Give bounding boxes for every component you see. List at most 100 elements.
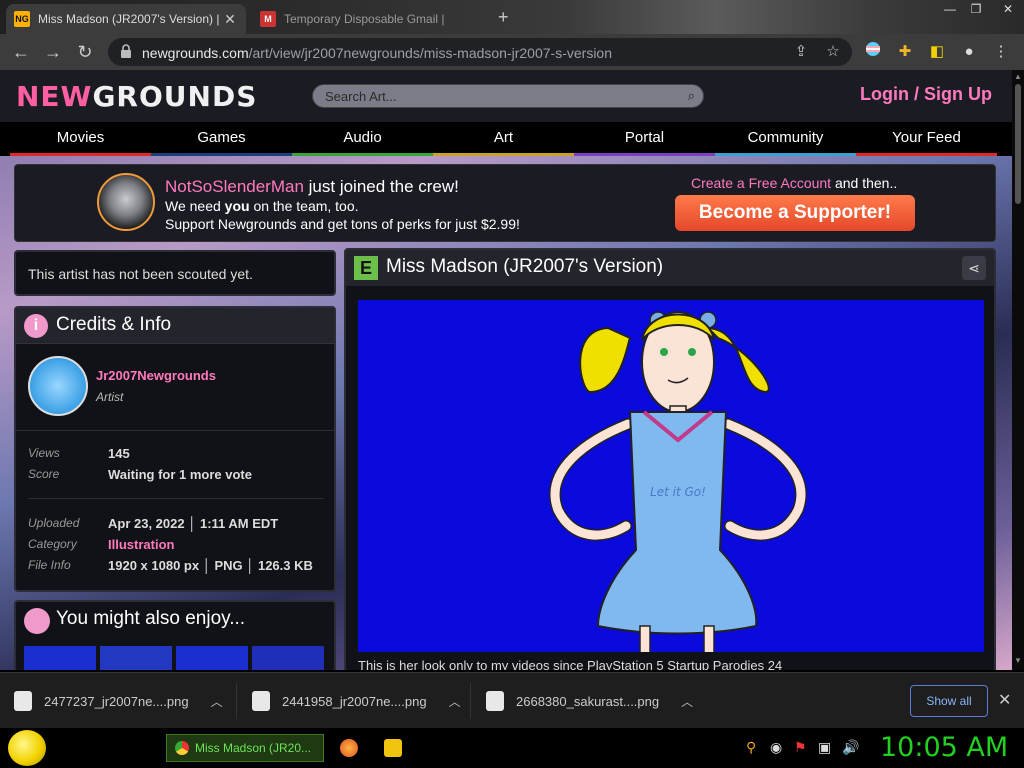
address-toolbar: ← → ↻ newgrounds.com/art/view/jr2007newg… <box>0 34 1024 70</box>
scout-status-box: This artist has not been scouted yet. <box>14 250 336 296</box>
start-button[interactable] <box>8 730 46 766</box>
network-tray-icon[interactable]: ▣ <box>818 739 831 756</box>
nav-portal[interactable]: Portal <box>574 122 715 156</box>
artwork-image[interactable]: Let it Go! <box>358 300 984 652</box>
search-input[interactable]: Search Art... ⌕ <box>312 84 704 108</box>
file-icon <box>252 691 270 711</box>
download-item[interactable]: 2668380_sakurast....png ︿ <box>486 683 693 719</box>
maximize-window-icon[interactable]: ❐ <box>962 0 990 20</box>
download-item[interactable]: 2477237_jr2007ne....png ︿ <box>14 683 223 719</box>
downloads-bar: 2477237_jr2007ne....png ︿ 2441958_jr2007… <box>0 672 1024 728</box>
trans-flag-icon <box>866 42 880 56</box>
nav-movies[interactable]: Movies <box>10 122 151 156</box>
taskbar-window-title: Miss Madson (JR20... <box>195 741 312 755</box>
file-dimensions: 1920 x 1080 px <box>108 558 200 573</box>
show-all-downloads-button[interactable]: Show all <box>910 685 988 717</box>
firefox-icon[interactable] <box>340 739 358 757</box>
newgrounds-favicon-icon: NG <box>14 11 30 27</box>
nav-games[interactable]: Games <box>151 122 292 156</box>
main-nav: Movies Games Audio Art Portal Community … <box>0 122 1012 156</box>
divider <box>470 683 471 719</box>
lock-icon <box>121 44 131 58</box>
nav-audio[interactable]: Audio <box>292 122 433 156</box>
nav-label: Portal <box>624 129 665 146</box>
volume-icon[interactable]: 🔊 <box>842 739 859 756</box>
bookmark-star-icon[interactable]: ☆ <box>824 43 842 61</box>
need-text-b: you <box>224 198 250 214</box>
nav-community[interactable]: Community <box>715 122 856 156</box>
newgrounds-logo[interactable]: NEWGROUNDS <box>16 80 257 113</box>
reload-icon[interactable]: ↻ <box>74 41 96 63</box>
tab-active[interactable]: NG Miss Madson (JR2007's Version) | ✕ <box>6 4 246 34</box>
artwork-drawing: Let it Go! <box>549 311 807 652</box>
author-role: Artist <box>96 390 124 404</box>
forward-arrow-icon[interactable]: → <box>42 41 64 63</box>
related-art-thumbnail[interactable] <box>252 646 324 670</box>
scrollbar-thumb[interactable] <box>1015 84 1021 204</box>
divider <box>236 683 237 719</box>
menu-dots-icon[interactable]: ⋮ <box>990 41 1012 63</box>
puzzle-extension-icon[interactable]: ✚ <box>894 41 916 63</box>
chrome-icon <box>175 741 189 755</box>
related-art-thumbnail[interactable] <box>24 646 96 670</box>
share-icon[interactable]: ⋖ <box>962 256 986 280</box>
nav-label: Games <box>197 129 246 146</box>
folder-icon[interactable] <box>384 739 402 757</box>
category-link[interactable]: Illustration <box>108 537 174 552</box>
download-filename: 2477237_jr2007ne....png <box>44 693 189 709</box>
flag-extension-icon[interactable] <box>862 41 884 63</box>
help-tray-icon[interactable]: ◉ <box>770 739 782 756</box>
tab-title: Miss Madson (JR2007's Version) | <box>38 12 220 26</box>
download-item[interactable]: 2441958_jr2007ne....png ︿ <box>252 683 461 719</box>
and-then-text: and then.. <box>831 175 898 191</box>
user-avatar[interactable] <box>97 173 155 231</box>
close-downloads-icon[interactable]: ✕ <box>998 690 1011 710</box>
support-message: Support Newgrounds and get tons of perks… <box>165 216 520 232</box>
chevron-up-icon[interactable]: ︿ <box>681 693 693 710</box>
profile-icon[interactable]: ● <box>958 41 980 63</box>
views-label: Views <box>28 446 60 460</box>
file-size: 126.3 KB <box>257 558 313 573</box>
scroll-up-arrow-icon[interactable]: ▲ <box>1014 72 1022 81</box>
scroll-down-arrow-icon[interactable]: ▼ <box>1014 656 1022 665</box>
site-header: NEWGROUNDS Search Art... ⌕ Login / Sign … <box>0 70 1012 122</box>
minimize-window-icon[interactable]: — <box>936 0 964 20</box>
close-window-icon[interactable]: ✕ <box>994 0 1022 20</box>
supporter-promo: NotSoSlenderMan just joined the crew! We… <box>14 164 996 242</box>
back-arrow-icon[interactable]: ← <box>10 41 32 63</box>
tab-inactive[interactable]: M Temporary Disposable Gmail | <box>252 4 462 34</box>
score-label: Score <box>28 467 60 481</box>
nav-your-feed[interactable]: Your Feed <box>856 122 997 156</box>
related-art-thumbnail[interactable] <box>100 646 172 670</box>
url-bar[interactable]: newgrounds.com/art/view/jr2007newgrounds… <box>108 38 852 66</box>
chevron-up-icon[interactable]: ︿ <box>211 693 223 710</box>
author-avatar[interactable] <box>28 356 88 416</box>
author-name-link[interactable]: Jr2007Newgrounds <box>96 368 216 383</box>
new-tab-button[interactable]: + <box>498 7 509 28</box>
clock: 10:05 AM <box>880 732 1009 763</box>
taskbar: Miss Madson (JR20... ⚲ ◉ ⚑ ▣ 🔊 10:05 AM <box>0 728 1024 768</box>
browser-tab-strip: NG Miss Madson (JR2007's Version) | ✕ M … <box>0 0 1024 34</box>
chevron-up-icon[interactable]: ︿ <box>449 693 461 710</box>
gmail-favicon-icon: M <box>260 11 276 27</box>
related-art-thumbnail[interactable] <box>176 646 248 670</box>
uploaded-value: Apr 23, 2022 │ 1:11 AM EDT <box>108 516 279 531</box>
share-page-icon[interactable]: ⇪ <box>792 43 810 61</box>
search-icon[interactable]: ⌕ <box>688 88 695 104</box>
become-supporter-button[interactable]: Become a Supporter! <box>675 195 915 231</box>
nav-underline <box>574 153 715 156</box>
taskbar-chrome-window[interactable]: Miss Madson (JR20... <box>166 734 324 762</box>
close-tab-icon[interactable]: ✕ <box>222 11 238 28</box>
you-might-enjoy-panel: You might also enjoy... <box>14 600 336 670</box>
create-account-link[interactable]: Create a Free Account <box>691 175 831 191</box>
sidepanel-icon[interactable]: ◧ <box>926 41 948 63</box>
file-format: PNG <box>214 558 243 573</box>
login-signup-link[interactable]: Login / Sign Up <box>860 84 992 105</box>
flag-tray-icon[interactable]: ⚑ <box>794 739 807 756</box>
new-member-name[interactable]: NotSoSlenderMan <box>165 177 304 196</box>
logo-part-grounds: GROUNDS <box>92 80 258 113</box>
search-tray-icon[interactable]: ⚲ <box>746 739 756 756</box>
nav-art[interactable]: Art <box>433 122 574 156</box>
fileinfo-label: File Info <box>28 558 71 572</box>
fileinfo-value: 1920 x 1080 px │ PNG │ 126.3 KB <box>108 558 313 573</box>
